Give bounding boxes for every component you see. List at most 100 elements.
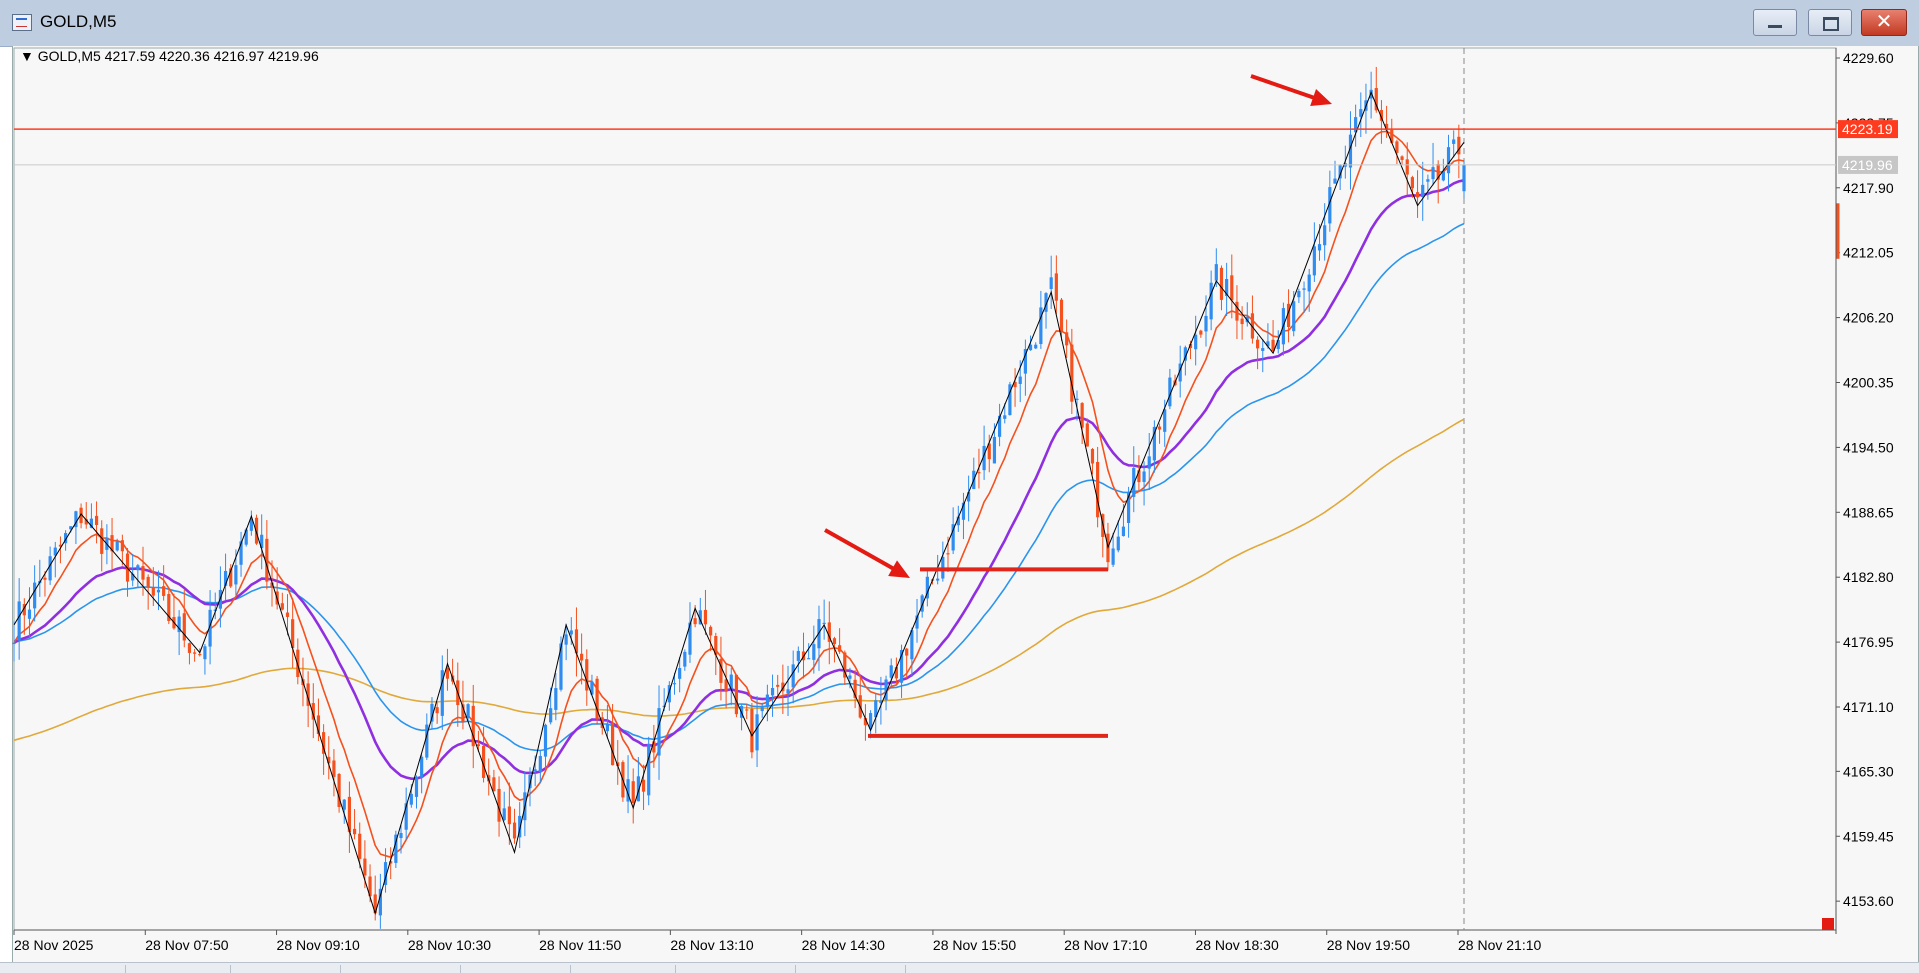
candle-body [285,612,290,617]
candle-body [585,659,589,691]
candle-body [445,667,450,679]
candle-body [1446,147,1451,174]
candle-body [807,658,811,660]
candle-body [1049,277,1053,289]
candle-body [569,630,573,635]
candle-body [647,743,651,796]
candle-body [146,576,150,588]
time-label: 28 Nov 07:50 [145,937,228,953]
price-label: 4194.50 [1843,439,1894,455]
candle-body [832,638,837,645]
candle-body [466,704,470,718]
candle-body [162,586,166,596]
time-label: 28 Nov 2025 [14,937,94,953]
candle-body [409,793,413,805]
candle-body [1096,461,1100,518]
candle-body [1034,344,1038,349]
candle-body [910,630,914,660]
candle-body [1405,159,1409,175]
price-label: 4206.20 [1843,310,1894,326]
candle-body [1235,301,1239,321]
candle-body [1426,179,1430,182]
candle-body [502,808,506,820]
candle-body [631,781,635,804]
candle-body [151,587,155,596]
candle-body [1085,423,1089,447]
price-label: 4188.65 [1843,504,1894,520]
candle-body [1452,139,1456,144]
candle-body [703,609,708,625]
candle-body [745,709,749,711]
bottom-tab-strip[interactable] [0,962,1919,973]
candle-body [1395,141,1399,153]
candle-body [234,565,238,585]
candle-body [791,664,795,688]
candle-body [1090,449,1095,464]
candle-body [538,756,542,773]
candle-body [1307,274,1311,292]
add-indicator-icon [1822,918,1834,930]
candle-body [678,668,682,679]
candle-body [1147,456,1151,469]
candle-body [12,642,16,645]
candle-body [905,648,909,656]
price-label: 4217.90 [1843,180,1894,196]
candle-body [156,589,161,593]
candle-body [765,694,769,707]
candle-body [868,713,873,729]
price-chart[interactable]: 4229.604223.754217.904212.054206.204200.… [0,0,1919,962]
candle-body [187,643,192,653]
candle-body [580,653,584,661]
candle-body [1039,307,1043,345]
candle-body [848,675,852,679]
candle-body [734,674,739,715]
candle-body [683,651,687,667]
candle-body [141,566,145,580]
candle-body [610,722,615,766]
candle-body [889,665,893,678]
candle-body [936,578,940,581]
candle-body [641,779,646,792]
price-label: 4212.05 [1843,245,1894,261]
candle-body [1054,273,1058,301]
candle-body [136,565,140,571]
candle-body [822,622,826,625]
candle-body [1157,426,1162,430]
candle-body [543,724,548,757]
candle-body [203,646,207,660]
candle-body [672,683,677,685]
candle-body [1142,471,1146,482]
price-label: 4176.95 [1843,634,1894,650]
candle-body [1070,344,1074,402]
candle-body [414,776,419,797]
candle-body [399,833,403,839]
candle-body [838,645,842,652]
time-label: 28 Nov 09:10 [277,937,360,953]
candle-body [977,472,981,474]
candle-body [776,684,780,687]
candle-body [1163,409,1167,432]
candle-body [100,528,104,554]
candle-body [533,769,537,771]
collapse-triangle-icon[interactable]: ▼ [20,48,34,64]
candle-body [750,708,754,753]
candle-body [1457,136,1461,155]
candle-body [352,828,357,835]
candle-body [1400,156,1404,160]
time-label: 28 Nov 21:10 [1458,937,1541,953]
candle-body [652,741,656,753]
price-label: 4182.80 [1843,569,1894,585]
candle-body [420,756,424,778]
candle-body [1292,301,1296,332]
current-price-label: 4219.96 [1842,157,1893,173]
candle-body [1214,264,1218,281]
candle-body [1194,334,1198,350]
candle-body [1297,291,1301,298]
candle-body [719,658,723,683]
candle-body [1059,299,1064,333]
candle-body [1116,536,1120,551]
candle-body [693,618,697,625]
candle-body [115,541,119,551]
candle-body [770,688,775,696]
candle-body [342,799,346,810]
